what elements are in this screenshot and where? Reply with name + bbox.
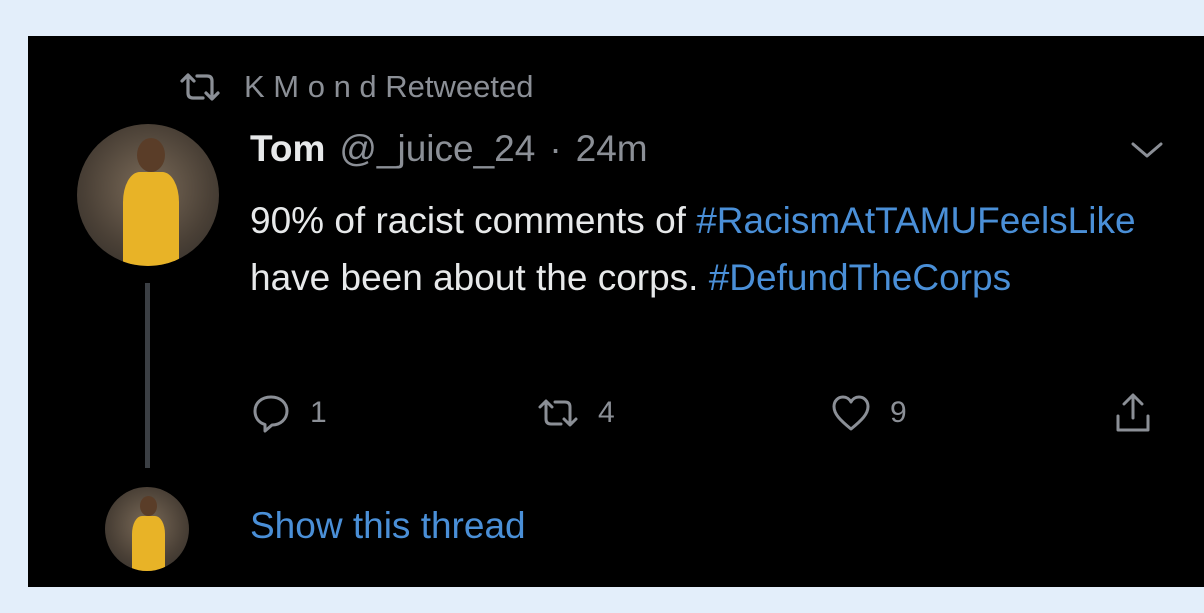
reply-icon xyxy=(250,392,292,434)
hashtag-link[interactable]: #RacismAtTAMUFeelsLike xyxy=(696,200,1135,241)
share-button[interactable] xyxy=(1114,392,1152,434)
retweet-icon xyxy=(536,397,580,429)
chevron-down-icon[interactable] xyxy=(1130,140,1164,165)
retweet-icon xyxy=(178,72,222,102)
retweet-banner: K M o n d Retweeted xyxy=(178,69,534,105)
like-icon xyxy=(830,393,872,433)
tweet-text-part: 90% of racist comments of xyxy=(250,200,697,241)
thread-avatar[interactable] xyxy=(105,487,189,571)
thread-connector-line xyxy=(145,283,150,468)
retweet-banner-label[interactable]: K M o n d Retweeted xyxy=(244,69,534,105)
like-count: 9 xyxy=(890,396,907,429)
author-name[interactable]: Tom xyxy=(250,128,325,170)
tweet-text: 90% of racist comments of #RacismAtTAMUF… xyxy=(250,192,1170,306)
header-separator: · xyxy=(549,128,562,169)
tweet-timestamp[interactable]: 24m xyxy=(576,128,648,170)
tweet-text-part: have been about the corps. xyxy=(250,257,709,298)
author-handle[interactable]: @_juice_24 xyxy=(339,128,535,170)
tweet-header: Tom @_juice_24 · 24m xyxy=(250,128,648,172)
share-icon xyxy=(1114,392,1152,434)
reply-button[interactable]: 1 xyxy=(250,392,327,434)
author-avatar[interactable] xyxy=(77,124,219,266)
retweet-button[interactable]: 4 xyxy=(536,392,615,434)
retweet-count: 4 xyxy=(598,396,615,429)
hashtag-link[interactable]: #DefundTheCorps xyxy=(709,257,1011,298)
show-thread-link[interactable]: Show this thread xyxy=(250,505,526,547)
tweet-card xyxy=(28,36,1204,587)
reply-count: 1 xyxy=(310,396,327,429)
like-button[interactable]: 9 xyxy=(830,392,907,434)
